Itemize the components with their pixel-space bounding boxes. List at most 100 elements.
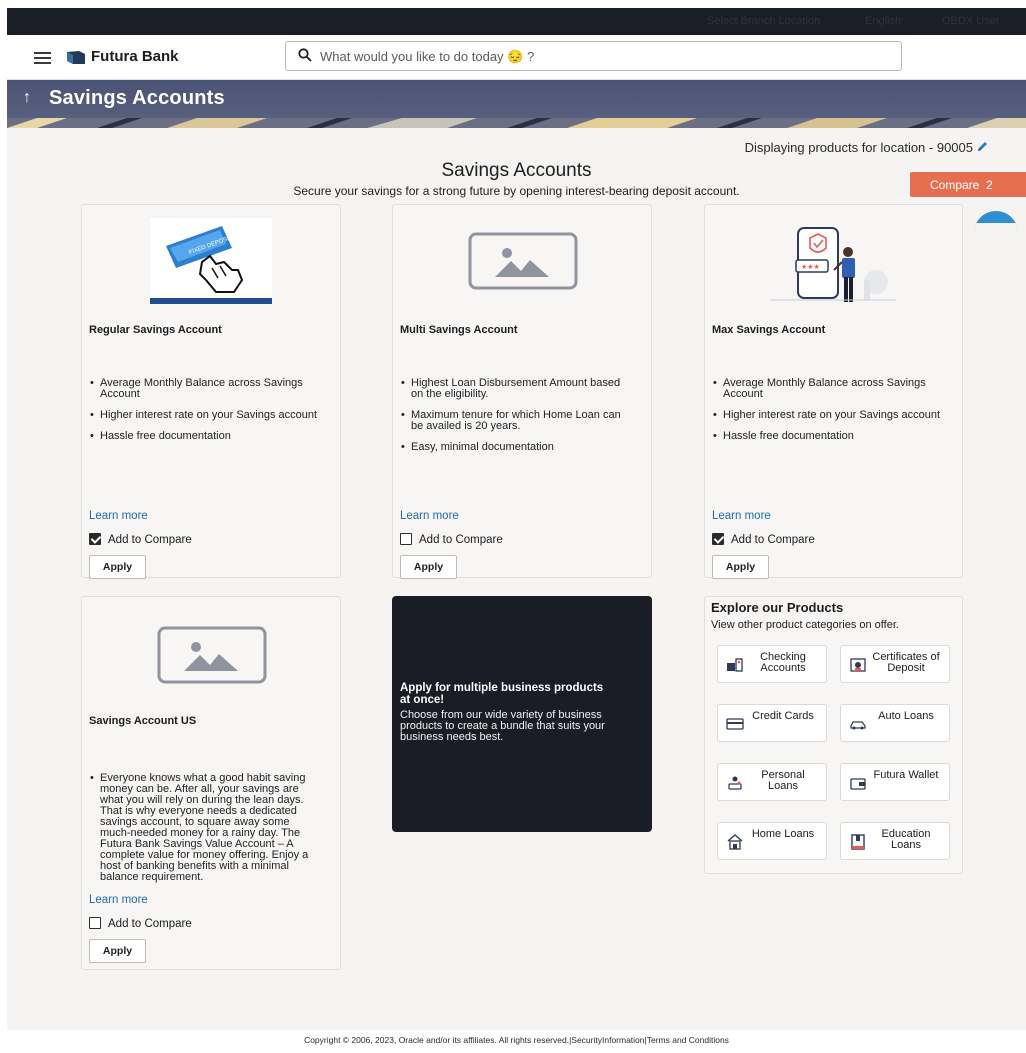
checking-icon — [727, 658, 743, 672]
mobile-security-illustration: ★★★ — [770, 227, 896, 302]
explore-subtitle: View other product categories on offer. — [711, 619, 899, 631]
feature-item: Easy, minimal documentation — [400, 442, 633, 454]
page-banner: ↑ Savings Accounts — [7, 80, 1026, 128]
learn-more-link[interactable]: Learn more — [89, 894, 148, 906]
branch-location-link[interactable]: Select Branch Location — [707, 15, 820, 27]
search-input[interactable] — [320, 46, 880, 66]
home-icon — [727, 834, 743, 850]
location-text: Displaying products for location - 90005 — [744, 140, 973, 155]
product-category-label: Certificates of Deposit — [872, 651, 940, 674]
book-icon — [851, 834, 865, 850]
feature-item: Highest Loan Disbursement Amount based o… — [400, 378, 633, 400]
chat-icon[interactable] — [974, 211, 1018, 241]
banner-title: Savings Accounts — [49, 87, 225, 109]
compare-count: 2 — [986, 178, 993, 192]
footer: Copyright © 2006, 2023, Oracle and/or it… — [7, 1030, 1026, 1053]
product-name: Regular Savings Account — [89, 324, 222, 336]
image-placeholder-icon — [157, 626, 267, 684]
product-category-auto-loans[interactable]: Auto Loans — [840, 704, 950, 742]
bank-logo-icon — [67, 51, 85, 64]
product-name: Max Savings Account — [712, 324, 826, 336]
product-category-label: Home Loans — [751, 828, 815, 840]
feature-item: Higher interest rate on your Savings acc… — [89, 410, 322, 422]
apply-button[interactable]: Apply — [89, 939, 146, 963]
product-name: Multi Savings Account — [400, 324, 518, 336]
compare-checkbox-label: Add to Compare — [731, 534, 815, 546]
product-category-wallet[interactable]: Futura Wallet — [840, 763, 950, 801]
compare-checkbox-label: Add to Compare — [419, 534, 503, 546]
add-to-compare-checkbox[interactable]: Add to Compare — [400, 533, 503, 546]
learn-more-link[interactable]: Learn more — [89, 510, 148, 522]
personal-loan-icon — [728, 776, 742, 790]
apply-button[interactable]: Apply — [712, 555, 769, 579]
product-category-label: Futura Wallet — [873, 769, 939, 781]
compare-checkbox-label: Add to Compare — [108, 918, 192, 930]
feature-list: Highest Loan Disbursement Amount based o… — [400, 378, 633, 463]
feature-item: Higher interest rate on your Savings acc… — [712, 410, 944, 422]
checkbox-unchecked-icon[interactable] — [89, 917, 101, 929]
top-utility-bar: Select Branch Location English OBDX User — [7, 8, 1026, 35]
image-placeholder-icon — [468, 232, 578, 290]
product-category-label: Auto Loans — [878, 710, 934, 722]
add-to-compare-checkbox[interactable]: Add to Compare — [712, 533, 815, 546]
promo-title: Apply for multiple business products at … — [400, 682, 604, 706]
banner-pattern — [7, 118, 1026, 128]
brand-name[interactable]: Futura Bank — [91, 48, 179, 65]
product-category-label: Checking Accounts — [760, 651, 806, 674]
footer-text: Copyright © 2006, 2023, Oracle and/or it… — [304, 1035, 729, 1045]
learn-more-link[interactable]: Learn more — [400, 510, 459, 522]
product-category-education-loans[interactable]: Education Loans — [840, 822, 950, 860]
compare-label: Compare — [930, 178, 980, 192]
product-category-credit-cards[interactable]: Credit Cards — [717, 704, 827, 742]
user-menu[interactable]: OBDX User — [942, 15, 999, 27]
product-card: ★★★ Max Savings Account Average Monthly … — [704, 204, 963, 579]
header-bar: Futura Bank — [7, 35, 1026, 80]
apply-button[interactable]: Apply — [400, 555, 457, 579]
product-category-label: Credit Cards — [752, 710, 814, 722]
promo-text: Choose from our wide variety of business… — [400, 709, 605, 743]
compare-checkbox-label: Add to Compare — [108, 534, 192, 546]
search-icon — [298, 48, 312, 62]
feature-item: Everyone knows what a good habit saving … — [89, 773, 322, 883]
feature-item: Hassle free documentation — [89, 431, 322, 443]
back-arrow-icon[interactable]: ↑ — [23, 89, 31, 107]
product-category-checking[interactable]: Checking Accounts — [717, 645, 827, 683]
app-frame: Select Branch Location English OBDX User… — [7, 8, 1026, 1053]
feature-item: Average Monthly Balance across Savings A… — [89, 378, 322, 400]
page-subtitle: Secure your savings for a strong future … — [293, 184, 740, 198]
certificate-icon — [850, 658, 866, 672]
feature-item: Maximum tenure for which Home Loan can b… — [400, 410, 633, 432]
product-category-personal-loans[interactable]: Personal Loans — [717, 763, 827, 801]
apply-button[interactable]: Apply — [89, 555, 146, 579]
checkbox-checked-icon[interactable] — [712, 533, 724, 545]
feature-list: Average Monthly Balance across Savings A… — [89, 378, 322, 452]
product-name: Savings Account US — [89, 715, 197, 727]
bundle-promo-card[interactable]: Apply for multiple business products at … — [392, 596, 652, 832]
page-title: Savings Accounts — [441, 160, 592, 181]
wallet-icon — [850, 778, 866, 790]
checkbox-unchecked-icon[interactable] — [400, 533, 412, 545]
learn-more-link[interactable]: Learn more — [712, 510, 771, 522]
language-selector[interactable]: English — [865, 15, 901, 27]
menu-icon[interactable] — [34, 52, 51, 64]
product-card: Multi Savings Account Highest Loan Disbu… — [392, 204, 652, 579]
car-icon — [850, 721, 866, 730]
product-category-certificates[interactable]: Certificates of Deposit — [840, 645, 950, 683]
feature-item: Hassle free documentation — [712, 431, 944, 443]
checkbox-checked-icon[interactable] — [89, 533, 101, 545]
product-card: FIXED DEPOSIT Regular Savings Account Av… — [81, 204, 341, 579]
location-display: Displaying products for location - 90005 — [745, 140, 988, 155]
feature-list: Everyone knows what a good habit saving … — [89, 773, 322, 893]
product-category-home-loans[interactable]: Home Loans — [717, 822, 827, 860]
explore-title: Explore our Products — [711, 600, 844, 615]
fixed-deposit-image: FIXED DEPOSIT — [150, 218, 272, 304]
product-category-label: Personal Loans — [761, 769, 805, 792]
edit-icon[interactable] — [976, 141, 988, 153]
search-box[interactable] — [285, 41, 902, 71]
svg-text:★★★: ★★★ — [801, 263, 820, 271]
explore-products-panel: Explore our Products View other product … — [704, 596, 963, 874]
compare-button[interactable]: Compare 2 — [910, 172, 1026, 197]
credit-card-icon — [726, 718, 744, 730]
add-to-compare-checkbox[interactable]: Add to Compare — [89, 917, 192, 930]
add-to-compare-checkbox[interactable]: Add to Compare — [89, 533, 192, 546]
